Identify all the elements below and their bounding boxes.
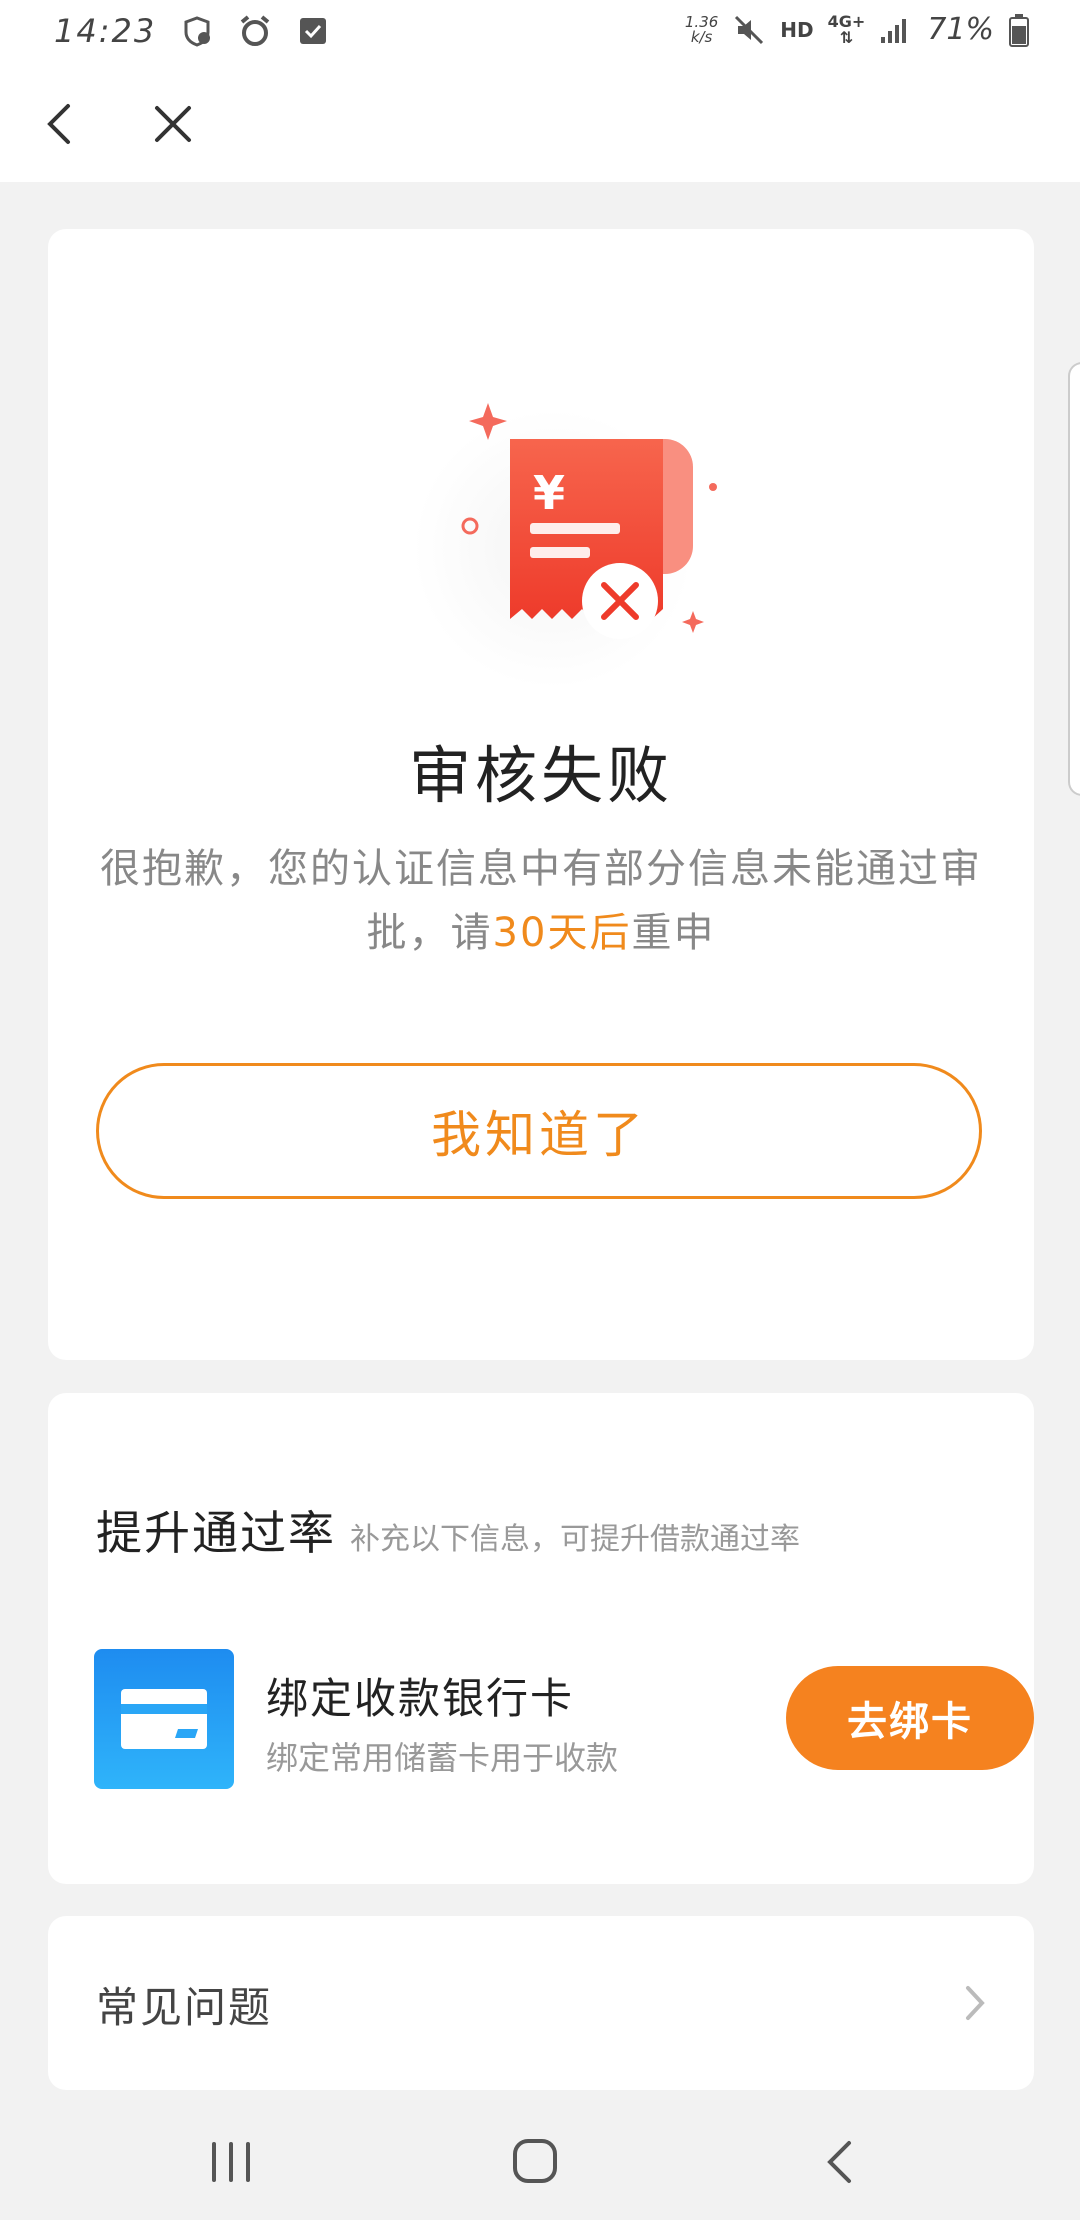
speed-unit: k/s	[690, 27, 713, 46]
nav-bar	[0, 66, 1080, 182]
improve-title: 提升通过率	[96, 1506, 336, 1560]
faq-row[interactable]: 常见问题	[48, 1916, 1034, 2090]
status-time: 14:23	[54, 12, 157, 50]
network-type: 4G+ ⇅	[828, 13, 866, 47]
bank-card-title: 绑定收款银行卡	[266, 1674, 575, 1723]
shield-notification-icon	[184, 16, 211, 47]
system-nav-bar	[0, 2100, 1080, 2220]
system-back-icon[interactable]	[822, 2138, 856, 2186]
svg-text:¥: ¥	[533, 466, 565, 520]
faq-label: 常见问题	[96, 1983, 273, 2032]
desc-text-end: 重申	[631, 910, 716, 956]
battery-percent: 71%	[927, 12, 994, 47]
result-description: 很抱歉，您的认证信息中有部分信息未能通过审批，请30天后重申	[88, 837, 994, 965]
bank-card-icon	[94, 1649, 234, 1789]
mute-icon	[735, 15, 764, 44]
improve-card: 提升通过率 补充以下信息，可提升借款通过率 绑定收款银行卡 绑定常用储蓄卡用于收…	[48, 1393, 1034, 1884]
acknowledge-button[interactable]: 我知道了	[96, 1063, 982, 1199]
improve-subtitle: 补充以下信息，可提升借款通过率	[350, 1522, 800, 1557]
home-icon[interactable]	[510, 2136, 560, 2186]
bank-card-glyph	[121, 1689, 207, 1749]
recent-apps-icon[interactable]	[208, 2140, 254, 2184]
checkbox-icon	[300, 18, 327, 44]
edge-panel-handle[interactable]	[1068, 362, 1080, 796]
status-bar: 14:23 1.36 k/s HD 4G+ ⇅ 71%	[0, 0, 1080, 66]
status-right: 1.36 k/s HD 4G+ ⇅ 71%	[685, 12, 1030, 47]
back-arrow-icon[interactable]	[36, 94, 84, 154]
bind-bank-card-row: 绑定收款银行卡 绑定常用储蓄卡用于收款 去绑卡	[94, 1649, 1034, 1791]
bank-card-subtitle: 绑定常用储蓄卡用于收款	[266, 1739, 619, 1777]
desc-highlight: 30天后	[492, 910, 632, 956]
result-card: ¥ 审核失败 很抱歉，您的认证信息中有部分信息未能通过审批，请30天后重申 我知…	[48, 229, 1034, 1360]
close-icon[interactable]	[148, 96, 198, 152]
network-speed: 1.36 k/s	[685, 14, 718, 46]
hd-indicator: HD	[780, 17, 814, 42]
alarm-icon	[240, 15, 270, 46]
bind-card-button[interactable]: 去绑卡	[786, 1666, 1034, 1770]
improve-header: 提升通过率 补充以下信息，可提升借款通过率	[96, 1497, 800, 1563]
result-title: 审核失败	[408, 739, 673, 812]
signal-icon	[881, 18, 907, 43]
status-left: 14:23	[54, 12, 330, 50]
data-arrows-icon: ⇅	[839, 27, 854, 47]
battery-icon	[1009, 13, 1029, 47]
chevron-right-icon	[966, 1986, 985, 2020]
receipt-fail-icon: ¥	[413, 403, 717, 689]
